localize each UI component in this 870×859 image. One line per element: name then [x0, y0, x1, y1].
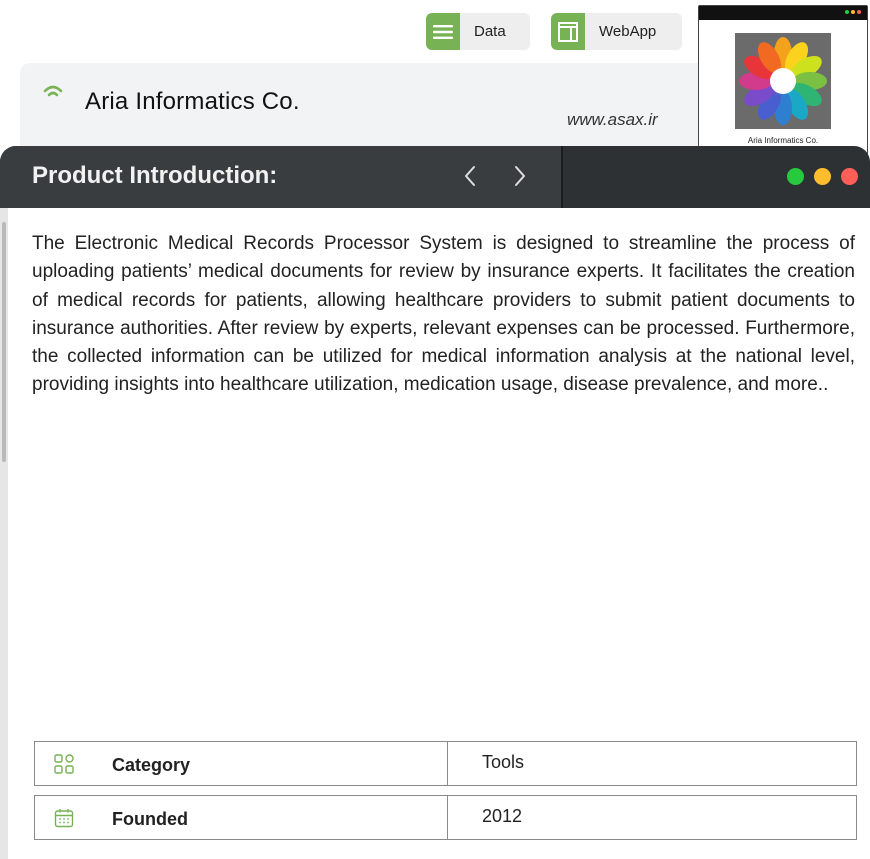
logo-window-bar [699, 6, 867, 20]
data-button-label: Data [474, 23, 506, 40]
category-value-cell: Tools [448, 742, 856, 785]
title-bar-left: Product Introduction: [0, 146, 563, 208]
calendar-icon [54, 808, 74, 833]
green-dot[interactable] [787, 168, 804, 185]
founded-value-cell: 2012 [448, 796, 856, 839]
chevron-left-icon [465, 166, 475, 186]
grid-icon [54, 754, 74, 779]
webapp-button[interactable]: WebApp [551, 13, 682, 50]
window-controls [787, 168, 858, 185]
founded-value: 2012 [482, 806, 523, 826]
category-value: Tools [482, 752, 525, 772]
founded-label: Founded [112, 809, 188, 829]
table-row-category: Category Tools [34, 741, 857, 786]
category-label: Category [112, 755, 191, 775]
webapp-button-label: WebApp [599, 23, 657, 40]
prev-button[interactable] [455, 160, 485, 192]
menu-icon [426, 13, 460, 50]
founded-key-cell: Founded [35, 796, 448, 839]
signal-icon [43, 84, 63, 105]
yellow-dot[interactable] [814, 168, 831, 185]
red-dot[interactable] [841, 168, 858, 185]
chevron-right-icon [515, 166, 525, 186]
category-key-cell: Category [35, 742, 448, 785]
window-icon [551, 13, 585, 50]
website-link[interactable]: www.asax.ir [567, 110, 658, 130]
next-button[interactable] [505, 160, 535, 192]
product-description: The Electronic Medical Records Processor… [32, 233, 855, 396]
company-logo: Aria Informatics Co. [698, 5, 868, 155]
scrollbar-thumb[interactable] [2, 222, 6, 462]
table-row-founded: Founded 2012 [34, 795, 857, 840]
company-name: Aria Informatics Co. [85, 88, 300, 115]
section-title: Product Introduction: [32, 162, 278, 189]
flower-logo-icon [735, 33, 831, 129]
logo-caption: Aria Informatics Co. [747, 136, 819, 145]
title-bar: Product Introduction: [0, 146, 870, 208]
data-button[interactable]: Data [426, 13, 530, 50]
